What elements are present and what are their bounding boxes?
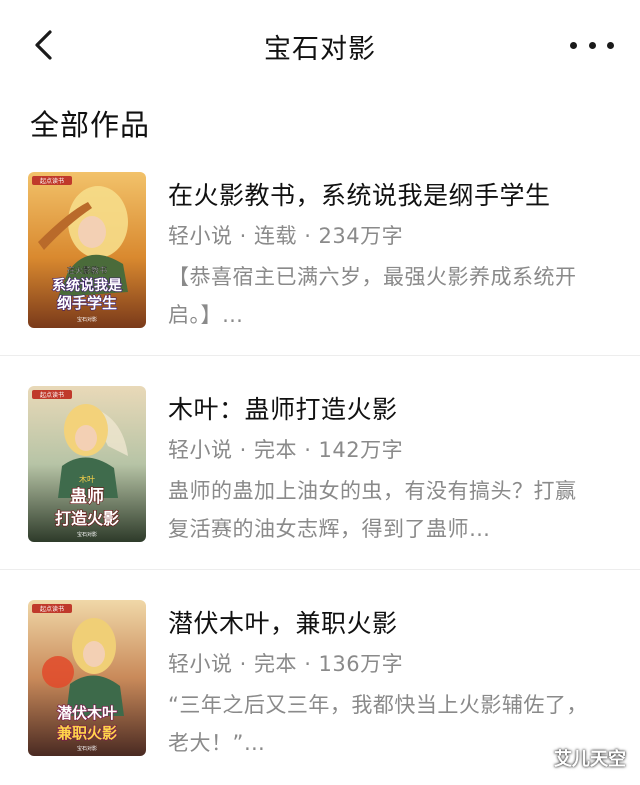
- book-item[interactable]: 起点读书 潜伏木叶 兼职火影 宝石对影 潜伏木叶，兼职火影 轻小说 · 完本 ·…: [0, 578, 640, 785]
- more-dot: [607, 41, 614, 49]
- cover-author: 宝石对影: [77, 316, 97, 323]
- cover-author: 宝石对影: [77, 531, 97, 538]
- book-description: 蛊师的蛊加上油女的虫，有没有搞头？打赢复活赛的油女志辉，得到了蛊师…: [168, 479, 577, 541]
- cover-author: 宝石对影: [77, 745, 97, 752]
- book-meta: 轻小说 · 完本 · 142万字: [168, 438, 404, 462]
- cover-badge: 起点读书: [40, 605, 64, 613]
- book-meta: 轻小说 · 完本 · 136万字: [168, 652, 404, 676]
- divider: [0, 355, 640, 356]
- cover-badge: 起点读书: [40, 177, 64, 185]
- cover-main-title: 纲手学生: [57, 294, 117, 312]
- cover-badge: 起点读书: [40, 391, 64, 399]
- book-description: 【恭喜宿主已满六岁，最强火影养成系统开启。】…: [168, 265, 577, 327]
- book-title: 木叶：蛊师打造火影: [168, 395, 398, 424]
- more-button[interactable]: [570, 33, 614, 57]
- cover-small-title: 在火影教书: [67, 265, 107, 275]
- more-horizontal-icon: [570, 41, 577, 49]
- cover-main-title: 蛊师: [70, 486, 104, 507]
- book-title: 潜伏木叶，兼职火影: [168, 609, 398, 638]
- section-title: 全部作品: [30, 108, 151, 142]
- book-title: 在火影教书，系统说我是纲手学生: [168, 181, 551, 210]
- watermark: 艾儿天空: [554, 749, 626, 770]
- cover-main-title: 兼职火影: [57, 724, 117, 742]
- book-description: “三年之后又三年，我都快当上火影辅佐了，老大！”…: [168, 693, 588, 755]
- book-item[interactable]: 起点读书 木叶 蛊师 打造火影 宝石对影 木叶：蛊师打造火影 轻小说 · 完本 …: [0, 364, 640, 576]
- cover-main-title: 潜伏木叶: [57, 704, 117, 722]
- divider: [0, 569, 640, 570]
- cover-small-title: 木叶: [79, 474, 95, 484]
- page-title: 宝石对影: [264, 33, 376, 65]
- book-cover[interactable]: 起点读书 潜伏木叶 兼职火影 宝石对影: [28, 600, 146, 756]
- back-button[interactable]: [26, 28, 60, 62]
- more-dot: [588, 41, 596, 49]
- author-works-page: 宝石对影 全部作品 起点读书 在火影教书 系统说我是 纲手学生 宝石对影 在火影…: [0, 0, 640, 785]
- book-item[interactable]: 起点读书 在火影教书 系统说我是 纲手学生 宝石对影 在火影教书，系统说我是纲手…: [0, 150, 640, 362]
- book-meta: 轻小说 · 连载 · 234万字: [168, 224, 404, 248]
- navigation-bar: 宝石对影: [0, 0, 640, 92]
- cover-main-title: 打造火影: [55, 509, 119, 528]
- cover-main-title: 系统说我是: [52, 277, 123, 294]
- book-cover[interactable]: 起点读书 木叶 蛊师 打造火影 宝石对影: [28, 386, 146, 542]
- book-cover[interactable]: 起点读书 在火影教书 系统说我是 纲手学生 宝石对影: [28, 172, 146, 328]
- chevron-left-icon: [35, 30, 52, 60]
